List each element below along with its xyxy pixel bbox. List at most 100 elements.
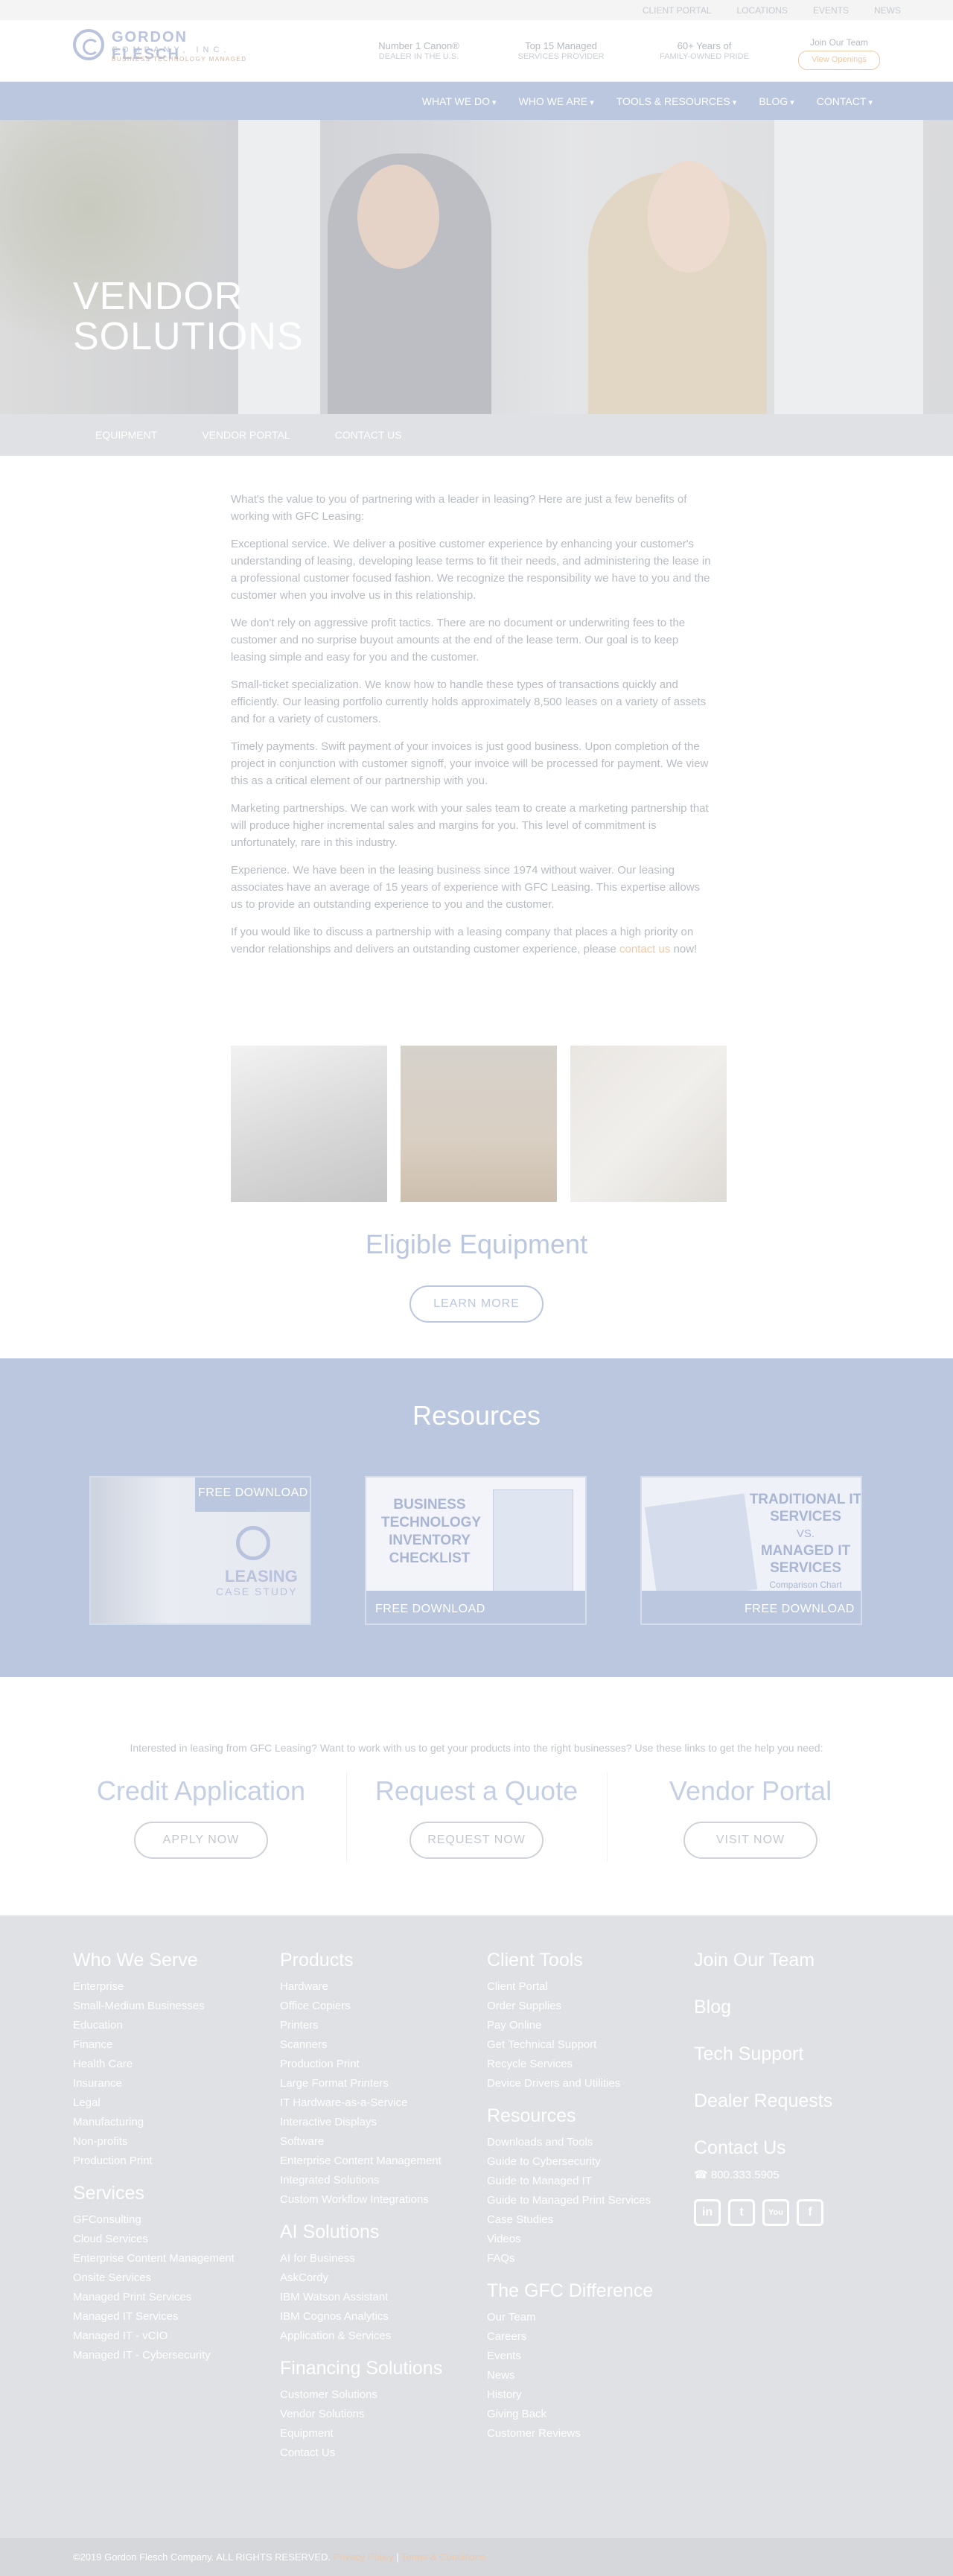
- footer-link[interactable]: Legal: [73, 2093, 270, 2113]
- footer-join-link[interactable]: Join Our Team: [694, 1950, 880, 1971]
- footer-link[interactable]: Recycle Services: [487, 2055, 669, 2074]
- footer-link[interactable]: Large Format Printers: [280, 2074, 462, 2093]
- footer-link[interactable]: Hardware: [280, 1977, 462, 1997]
- subnav-contact-us[interactable]: CONTACT US: [335, 429, 402, 441]
- footer-link[interactable]: Cloud Services: [73, 2230, 270, 2249]
- footer-link[interactable]: Pay Online: [487, 2016, 669, 2035]
- footer-link[interactable]: Managed IT Services: [73, 2307, 270, 2327]
- footer-link[interactable]: Application & Services: [280, 2327, 462, 2346]
- visit-now-button[interactable]: VISIT NOW: [683, 1822, 817, 1859]
- footer-link[interactable]: Health Care: [73, 2055, 270, 2074]
- footer-link[interactable]: Enterprise Content Management: [280, 2152, 462, 2171]
- footer-link[interactable]: Guide to Managed IT: [487, 2172, 669, 2191]
- footer-link[interactable]: GFConsulting: [73, 2210, 270, 2230]
- privacy-policy-link[interactable]: Privacy Policy: [334, 2551, 394, 2563]
- footer-dealer-requests-link[interactable]: Dealer Requests: [694, 2090, 880, 2112]
- util-link-locations[interactable]: LOCATIONS: [737, 5, 788, 16]
- subnav-equipment[interactable]: EQUIPMENT: [95, 429, 157, 441]
- footer-link[interactable]: Equipment: [280, 2424, 462, 2443]
- request-now-button[interactable]: REQUEST NOW: [409, 1822, 544, 1859]
- footer-link[interactable]: Device Drivers and Utilities: [487, 2074, 669, 2093]
- footer-link[interactable]: Onsite Services: [73, 2268, 270, 2288]
- footer-link[interactable]: Production Print: [73, 2152, 270, 2171]
- company-logo[interactable]: GORDON FLESCH COMPANY, INC. BUSINESS TEC…: [73, 28, 259, 72]
- footer-link[interactable]: Videos: [487, 2230, 669, 2249]
- footer-blog-link[interactable]: Blog: [694, 1997, 880, 2018]
- footer-link[interactable]: Case Studies: [487, 2210, 669, 2230]
- subnav-vendor-portal[interactable]: VENDOR PORTAL: [202, 429, 290, 441]
- footer-link[interactable]: Insurance: [73, 2074, 270, 2093]
- footer-link[interactable]: Downloads and Tools: [487, 2133, 669, 2152]
- footer-link[interactable]: Order Supplies: [487, 1997, 669, 2016]
- footer-link[interactable]: AI for Business: [280, 2249, 462, 2268]
- footer-link[interactable]: Get Technical Support: [487, 2035, 669, 2055]
- footer-contact-heading: Contact Us: [694, 2137, 786, 2158]
- footer-tech-support-link[interactable]: Tech Support: [694, 2044, 880, 2065]
- terms-link[interactable]: Terms & Conditions: [401, 2551, 485, 2563]
- twitter-icon[interactable]: t: [728, 2199, 755, 2226]
- youtube-icon[interactable]: You: [762, 2199, 789, 2226]
- nav-contact[interactable]: CONTACT: [817, 95, 873, 107]
- util-link-client-portal[interactable]: CLIENT PORTAL: [643, 5, 712, 16]
- footer-link[interactable]: News: [487, 2366, 669, 2385]
- footer-link[interactable]: Non-profits: [73, 2132, 270, 2152]
- footer-link[interactable]: Printers: [280, 2016, 462, 2035]
- cta-title: Request a Quote: [374, 1775, 579, 1806]
- footer-link[interactable]: Guide to Managed Print Services: [487, 2191, 669, 2210]
- footer-link[interactable]: Customer Reviews: [487, 2424, 669, 2443]
- stat-line2: DEALER IN THE U.S.: [378, 52, 459, 61]
- util-link-news[interactable]: NEWS: [874, 5, 901, 16]
- footer-link[interactable]: Software: [280, 2132, 462, 2152]
- content-paragraph: Experience. We have been in the leasing …: [231, 864, 701, 911]
- nav-blog[interactable]: BLOG: [759, 95, 794, 107]
- facebook-icon[interactable]: f: [797, 2199, 823, 2226]
- nav-who-we-are[interactable]: WHO WE ARE: [519, 95, 594, 107]
- footer-link[interactable]: Events: [487, 2347, 669, 2366]
- footer-link[interactable]: Vendor Solutions: [280, 2405, 462, 2424]
- resource-card-checklist[interactable]: BUSINESS TECHNOLOGY INVENTORY CHECKLIST …: [365, 1476, 587, 1625]
- footer-link[interactable]: Scanners: [280, 2035, 462, 2055]
- resource-card-leasing[interactable]: FREE DOWNLOAD LEASING CASE STUDY: [89, 1476, 311, 1625]
- footer-link[interactable]: Office Copiers: [280, 1997, 462, 2016]
- copyright-separator: |: [396, 2551, 399, 2563]
- footer-link[interactable]: Our Team: [487, 2308, 669, 2327]
- footer-link[interactable]: Client Portal: [487, 1977, 669, 1997]
- footer-link[interactable]: History: [487, 2385, 669, 2405]
- footer-link[interactable]: Integrated Solutions: [280, 2171, 462, 2190]
- footer-link[interactable]: Small-Medium Businesses: [73, 1997, 270, 2016]
- footer-link[interactable]: Contact Us: [280, 2443, 462, 2463]
- apply-now-button[interactable]: APPLY NOW: [134, 1822, 268, 1859]
- nav-what-we-do[interactable]: WHAT WE DO: [422, 95, 497, 107]
- footer-link[interactable]: Production Print: [280, 2055, 462, 2074]
- footer-link[interactable]: Enterprise Content Management: [73, 2249, 270, 2268]
- footer-link[interactable]: Giving Back: [487, 2405, 669, 2424]
- footer-link[interactable]: FAQs: [487, 2249, 669, 2268]
- footer-link[interactable]: Enterprise: [73, 1977, 270, 1997]
- footer-phone[interactable]: ☎ 800.333.5905: [694, 2168, 880, 2181]
- footer-link[interactable]: IT Hardware-as-a-Service: [280, 2093, 462, 2113]
- footer-col-products: Products Hardware Office Copiers Printers S…: [280, 1950, 462, 2463]
- footer-link[interactable]: Finance: [73, 2035, 270, 2055]
- footer-list: Hardware Office Copiers Printers Scanners Pr…: [280, 1977, 462, 2210]
- learn-more-button[interactable]: LEARN MORE: [409, 1285, 544, 1323]
- footer-link[interactable]: Education: [73, 2016, 270, 2035]
- resource-card-comparison[interactable]: TRADITIONAL IT SERVICES VS. MANAGED IT S…: [640, 1476, 862, 1625]
- view-openings-button[interactable]: View Openings: [798, 51, 880, 70]
- footer-link[interactable]: Managed IT - Cybersecurity: [73, 2346, 270, 2365]
- content-paragraph: If you would like to discuss a partnersh…: [231, 923, 715, 958]
- footer-link[interactable]: Customer Solutions: [280, 2385, 462, 2405]
- util-link-events[interactable]: EVENTS: [813, 5, 849, 16]
- footer-link[interactable]: Interactive Displays: [280, 2113, 462, 2132]
- footer-link[interactable]: Custom Workflow Integrations: [280, 2190, 462, 2210]
- footer-link[interactable]: Managed Print Services: [73, 2288, 270, 2307]
- nav-tools-resources[interactable]: TOOLS & RESOURCES: [616, 95, 737, 107]
- footer-link[interactable]: IBM Watson Assistant: [280, 2288, 462, 2307]
- footer-link[interactable]: Guide to Cybersecurity: [487, 2152, 669, 2172]
- footer-link[interactable]: IBM Cognos Analytics: [280, 2307, 462, 2327]
- footer-link[interactable]: Managed IT - vCIO: [73, 2327, 270, 2346]
- footer-link[interactable]: Careers: [487, 2327, 669, 2347]
- footer-link[interactable]: AskCordy: [280, 2268, 462, 2288]
- linkedin-icon[interactable]: in: [694, 2199, 721, 2226]
- footer-link[interactable]: Manufacturing: [73, 2113, 270, 2132]
- contact-us-link[interactable]: contact us: [619, 943, 670, 955]
